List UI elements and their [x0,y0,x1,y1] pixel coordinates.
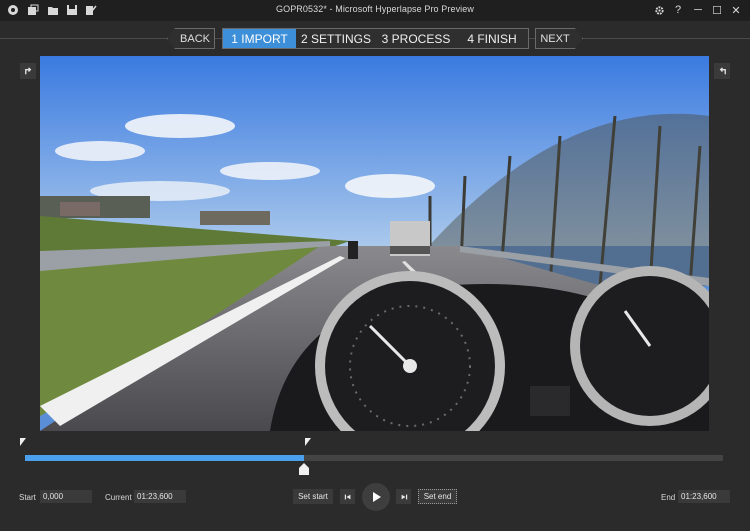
video-frame-image [40,56,709,431]
start-label: Start [19,493,36,502]
trim-controls: Start 0,000 Current 01:23,600 Set start … [0,483,750,512]
end-label: End [661,493,676,502]
next-button[interactable]: NEXT [535,28,583,49]
step-process[interactable]: 3 PROCESS [376,29,456,48]
start-marker[interactable] [20,438,26,446]
close-button[interactable]: ✕ [729,3,743,17]
timeline-track[interactable] [25,455,723,461]
timeline-progress [25,455,305,461]
set-end-button[interactable]: Set end [418,489,457,504]
rotate-left-icon[interactable] [20,63,36,79]
help-button[interactable]: ? [671,3,685,17]
step-settings[interactable]: 2 SETTINGS [296,29,376,48]
title-bar: GOPR0532* - Microsoft Hyperlapse Pro Pre… [0,0,750,21]
play-icon [373,492,381,502]
current-time-field[interactable]: 01:23,600 [134,490,186,503]
skip-to-start-icon[interactable] [340,489,355,504]
step-finish[interactable]: 4 FINISH [456,29,528,48]
step-import[interactable]: 1 IMPORT [223,29,296,48]
play-button[interactable] [362,483,390,511]
step-navigation: BACK 1 IMPORT 2 SETTINGS 3 PROCESS 4 FIN… [0,28,750,50]
maximize-button[interactable]: ☐ [710,3,724,17]
end-marker[interactable] [305,438,311,446]
playhead-handle[interactable] [299,463,310,475]
minimize-button[interactable]: ─ [691,3,705,17]
end-time-field[interactable]: 01:23,600 [678,490,730,503]
skip-to-end-icon[interactable] [396,489,411,504]
back-button[interactable]: BACK [167,28,215,49]
video-preview [40,56,709,431]
timeline[interactable] [20,438,730,478]
rotate-right-icon[interactable] [714,63,730,79]
window-title: GOPR0532* - Microsoft Hyperlapse Pro Pre… [276,4,474,14]
set-start-button[interactable]: Set start [293,489,333,504]
steps-group: 1 IMPORT 2 SETTINGS 3 PROCESS 4 FINISH [222,28,529,49]
current-label: Current [105,493,132,502]
start-time-field[interactable]: 0,000 [40,490,92,503]
settings-gear-icon[interactable] [652,3,666,17]
